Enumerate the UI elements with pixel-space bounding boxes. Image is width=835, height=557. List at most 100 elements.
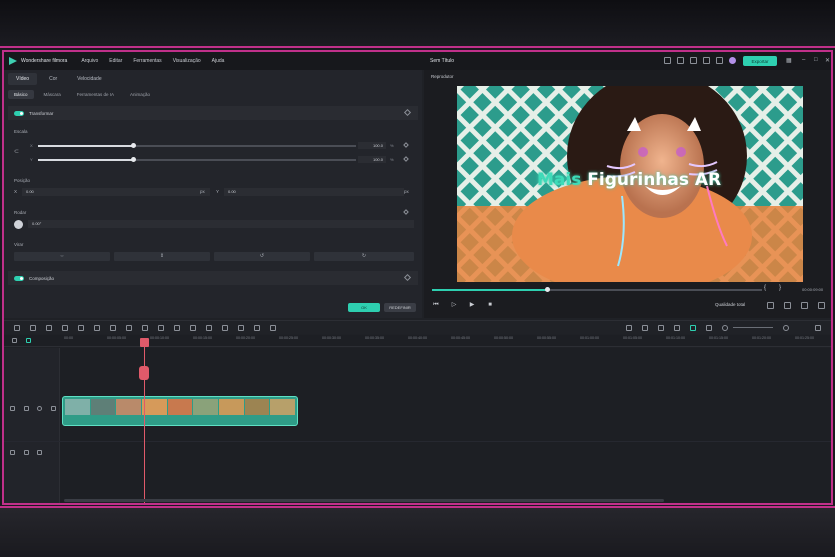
menu-visualizacao[interactable]: Visualização — [173, 58, 201, 64]
ai-icon[interactable] — [690, 324, 696, 331]
subtab-mascara[interactable]: Máscara — [38, 90, 67, 99]
delete-icon[interactable] — [78, 324, 84, 331]
marker-icon[interactable] — [674, 324, 680, 331]
video-lock-icon[interactable] — [24, 406, 29, 411]
zoom-slider[interactable] — [733, 326, 773, 329]
bracket-left-icon[interactable]: { — [764, 285, 766, 291]
grid-icon[interactable]: ▦ — [786, 57, 792, 64]
menu-editar[interactable]: Editar — [109, 58, 122, 64]
stabilize-icon[interactable] — [222, 324, 228, 331]
stop-icon[interactable]: ■ — [486, 301, 494, 309]
maximize-icon[interactable]: □ — [814, 57, 818, 63]
undo-icon[interactable] — [46, 324, 52, 331]
headset-icon[interactable] — [716, 57, 723, 64]
timeline-scrollbar[interactable] — [64, 499, 664, 502]
monitor-icon[interactable] — [664, 57, 671, 64]
composite-section-header[interactable]: Composição — [8, 271, 418, 285]
video-visibility-icon[interactable] — [37, 406, 42, 411]
export-button[interactable]: Exportar — [743, 56, 777, 66]
playhead-handle[interactable] — [140, 338, 149, 347]
detach-icon[interactable] — [110, 324, 116, 331]
minimize-icon[interactable]: – — [802, 57, 805, 63]
video-clip[interactable] — [62, 396, 298, 426]
layout-icon[interactable] — [14, 324, 20, 331]
quality-dropdown[interactable]: Qualidade total — [715, 302, 745, 307]
zoom-out-icon[interactable] — [722, 324, 728, 331]
menu-arquivo[interactable]: Arquivo — [81, 58, 98, 64]
subtab-basico[interactable]: Básico — [8, 90, 34, 99]
clip-thumbnail — [167, 399, 193, 415]
rotate-dial[interactable] — [14, 220, 23, 229]
video-preview[interactable]: Mais Figurinhas AR — [457, 86, 803, 282]
position-x-input[interactable]: 0.00 — [22, 188, 210, 196]
avatar[interactable] — [729, 57, 736, 64]
snapshot-icon[interactable] — [767, 302, 774, 309]
shield-icon[interactable] — [642, 324, 648, 331]
gift-icon[interactable] — [703, 57, 710, 64]
keyframe-icon[interactable] — [403, 108, 412, 117]
audio-volume-icon[interactable] — [37, 450, 42, 455]
play-icon[interactable]: ▶ — [468, 301, 476, 309]
transform-toggle[interactable] — [14, 110, 24, 116]
magnet-icon[interactable] — [26, 338, 31, 343]
scale-y-keyframe-icon[interactable] — [403, 156, 409, 162]
zoom-in-icon[interactable] — [783, 324, 789, 331]
audio-icon[interactable] — [801, 302, 808, 309]
menu-ferramentas[interactable]: Ferramentas — [133, 58, 161, 64]
composite-keyframe-icon[interactable] — [403, 273, 412, 282]
rotate-keyframe-icon[interactable] — [403, 209, 409, 215]
menu-ajuda[interactable]: Ajuda — [212, 58, 225, 64]
flip-horizontal-button[interactable]: ⇔ — [14, 252, 110, 261]
rotate-right-button[interactable]: ↻ — [314, 252, 414, 261]
tab-cor[interactable]: Cor — [41, 73, 65, 85]
scale-y-input[interactable]: 100.0 — [358, 156, 386, 163]
cut-icon[interactable] — [94, 324, 100, 331]
tab-video[interactable]: Vídeo — [8, 73, 38, 85]
audio-lock-icon[interactable] — [24, 450, 29, 455]
step-play-icon[interactable]: ▷ — [450, 301, 458, 309]
scale-x-input[interactable]: 100.0 — [358, 142, 386, 149]
add-track-icon[interactable] — [12, 338, 17, 343]
mic-icon[interactable] — [658, 324, 664, 331]
video-mute-icon[interactable] — [51, 406, 56, 411]
bracket-right-icon[interactable]: } — [779, 285, 781, 291]
prev-frame-icon[interactable]: ⏮ — [432, 301, 440, 309]
reset-button[interactable]: REDEFINIR — [384, 303, 416, 312]
mask-icon[interactable] — [254, 324, 260, 331]
timeline-layout-icon[interactable] — [815, 324, 821, 331]
tab-velocidade[interactable]: Velocidade — [69, 73, 109, 85]
split-icon[interactable] — [126, 324, 132, 331]
cursor-icon[interactable] — [30, 324, 36, 331]
fullscreen-icon[interactable] — [818, 302, 825, 309]
timeline-ruler[interactable]: 00:00 00:00:05:00 00:00:10:00 00:00:15:00 00… — [4, 335, 831, 347]
speed-icon[interactable] — [174, 324, 180, 331]
audio-track — [4, 442, 831, 503]
camera-icon[interactable] — [784, 302, 791, 309]
close-icon[interactable]: ✕ — [825, 57, 830, 64]
text-icon[interactable] — [158, 324, 164, 331]
timer-icon[interactable] — [206, 324, 212, 331]
pip-icon[interactable] — [706, 324, 712, 331]
fit-icon[interactable] — [238, 324, 244, 331]
rotate-input[interactable]: 0.00° — [28, 220, 414, 228]
scale-x-slider-handle[interactable] — [130, 143, 136, 148]
crop-icon[interactable] — [142, 324, 148, 331]
cloud-icon[interactable] — [690, 57, 697, 64]
edit-icon[interactable] — [270, 324, 276, 331]
playback-handle[interactable] — [545, 287, 550, 292]
render-icon[interactable] — [626, 324, 632, 331]
scale-x-keyframe-icon[interactable] — [403, 142, 409, 148]
ok-button[interactable]: OK — [348, 303, 380, 312]
subtab-ferramentas-ia[interactable]: Ferramentas de IA — [71, 90, 120, 99]
redo-icon[interactable] — [62, 324, 68, 331]
transform-section-header[interactable]: Transformar — [8, 106, 418, 120]
playhead-marker[interactable] — [139, 366, 149, 380]
composite-toggle[interactable] — [14, 275, 24, 281]
save-icon[interactable] — [677, 57, 684, 64]
scale-y-slider-handle[interactable] — [130, 157, 136, 162]
rotate-left-button[interactable]: ↺ — [214, 252, 310, 261]
position-y-input[interactable]: 0.00 — [224, 188, 404, 196]
subtab-animacao[interactable]: Animação — [124, 90, 156, 99]
flip-vertical-button[interactable]: ⇕ — [114, 252, 210, 261]
color-icon[interactable] — [190, 324, 196, 331]
